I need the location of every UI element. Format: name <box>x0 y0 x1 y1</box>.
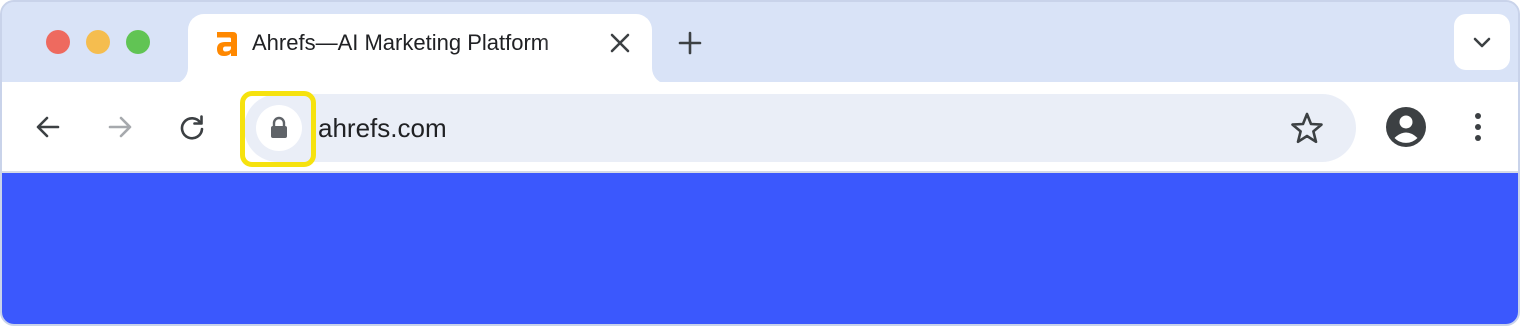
close-icon[interactable] <box>608 31 632 55</box>
arrow-left-icon[interactable] <box>34 113 62 141</box>
window-minimize-button[interactable] <box>86 30 110 54</box>
tab-title: Ahrefs—AI Marketing Platform <box>252 30 550 55</box>
account-circle-icon[interactable] <box>1386 107 1426 147</box>
chevron-down-icon <box>1473 37 1491 48</box>
page-content <box>2 173 1518 324</box>
new-tab-plus-icon[interactable] <box>676 29 704 57</box>
window-zoom-button[interactable] <box>126 30 150 54</box>
three-dots-vertical-icon[interactable] <box>1466 112 1490 142</box>
tab-ahrefs[interactable]: Ahrefs—AI Marketing Platform <box>188 14 652 84</box>
browser-toolbar: ahrefs.com <box>2 82 1518 172</box>
highlight-box <box>240 91 316 167</box>
ahrefs-favicon-icon <box>214 29 240 57</box>
arrow-right-icon[interactable] <box>106 113 134 141</box>
reload-icon[interactable] <box>178 113 206 141</box>
address-bar[interactable]: ahrefs.com <box>240 91 1356 167</box>
tab-search-button[interactable] <box>1454 14 1510 70</box>
window-close-button[interactable] <box>46 30 70 54</box>
star-icon[interactable] <box>1290 111 1324 145</box>
browser-window: Ahrefs—AI Marketing Platform ahrefs.com <box>0 0 1520 326</box>
tab-strip: Ahrefs—AI Marketing Platform <box>2 2 1518 84</box>
url-text[interactable]: ahrefs.com <box>318 112 447 144</box>
